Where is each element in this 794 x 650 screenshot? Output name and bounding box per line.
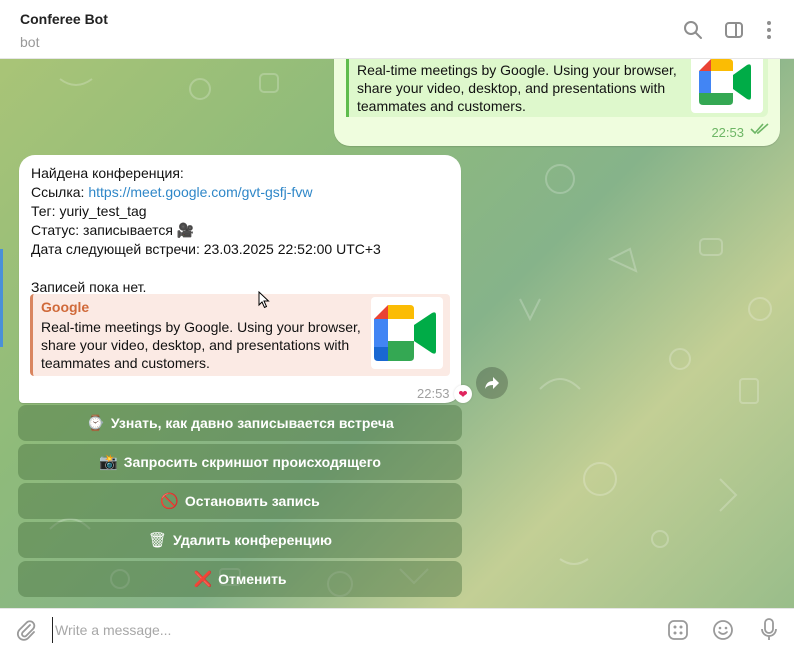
emoji-icon[interactable] bbox=[711, 618, 735, 642]
message-time: 22:53 bbox=[711, 125, 744, 140]
keyboard-button-label: Удалить конференцию bbox=[173, 532, 333, 548]
watch-icon: ⌚ bbox=[86, 414, 105, 432]
found-conference-text: Найдена конференция: bbox=[31, 165, 184, 181]
chat-title[interactable]: Conferee Bot bbox=[20, 11, 108, 27]
outgoing-message[interactable]: Real-time meetings by Google. Using your… bbox=[334, 59, 780, 146]
link-preview[interactable]: Google Real-time meetings by Google. Usi… bbox=[30, 294, 450, 376]
google-meet-logo bbox=[691, 59, 763, 113]
reaction-emoji: ❤ bbox=[458, 387, 468, 401]
keyboard-button-stop-recording[interactable]: 🚫 Остановить запись bbox=[18, 483, 462, 519]
more-vertical-icon[interactable] bbox=[757, 18, 781, 42]
search-icon[interactable] bbox=[681, 18, 705, 42]
keyboard-button-cancel[interactable]: ❌ Отменить bbox=[18, 561, 462, 597]
keyboard-button-label: Запросить скриншот происходящего bbox=[123, 454, 381, 470]
microphone-icon[interactable] bbox=[757, 618, 781, 642]
next-meeting-text: Дата следующей встречи: 23.03.2025 22:52… bbox=[31, 241, 381, 257]
unread-marker bbox=[0, 249, 3, 347]
link-preview[interactable]: Real-time meetings by Google. Using your… bbox=[346, 59, 768, 117]
status-text: Статус: записывается bbox=[31, 222, 177, 238]
keyboard-button-label: Остановить запись bbox=[184, 493, 320, 509]
message-time: 22:53 bbox=[417, 386, 450, 401]
chat-header: Conferee Bot bot bbox=[0, 0, 794, 59]
sidebar-toggle-icon[interactable] bbox=[722, 18, 746, 42]
link-preview-text: Real-time meetings by Google. Using your… bbox=[357, 62, 677, 114]
trash-icon: 🗑 bbox=[147, 531, 168, 549]
google-meet-logo bbox=[371, 297, 443, 369]
status-line: Статус: записывается 🎥 bbox=[31, 221, 381, 240]
bot-commands-icon[interactable] bbox=[666, 618, 690, 642]
forward-icon[interactable] bbox=[476, 367, 508, 399]
chat-area[interactable]: Real-time meetings by Google. Using your… bbox=[0, 59, 794, 608]
movie-camera-icon: 🎥 bbox=[176, 223, 195, 239]
keyboard-button-check-duration[interactable]: ⌚ Узнать, как давно записывается встреча bbox=[18, 405, 462, 441]
read-check-icon bbox=[750, 122, 770, 140]
attach-icon[interactable] bbox=[14, 618, 38, 642]
incoming-message[interactable]: Найдена конференция: Ссылка: https://mee… bbox=[19, 155, 472, 403]
link-line: Ссылка: https://meet.google.com/gvt-gsfj… bbox=[31, 183, 381, 202]
heart-reaction-icon[interactable]: ❤ bbox=[454, 385, 472, 403]
message-composer bbox=[0, 608, 794, 650]
meeting-link[interactable]: https://meet.google.com/gvt-gsfj-fvw bbox=[88, 184, 312, 200]
keyboard-button-delete-conference[interactable]: 🗑 Удалить конференцию bbox=[18, 522, 462, 558]
link-label: Ссылка: bbox=[31, 184, 89, 200]
prohibited-icon: 🚫 bbox=[160, 492, 179, 510]
camera-flash-icon: 📸 bbox=[99, 453, 118, 471]
message-input[interactable] bbox=[52, 617, 612, 643]
keyboard-button-request-screenshot[interactable]: 📸 Запросить скриншот происходящего bbox=[18, 444, 462, 480]
mouse-cursor-icon bbox=[258, 290, 270, 314]
link-preview-site: Google bbox=[41, 299, 90, 315]
cross-mark-icon: ❌ bbox=[193, 570, 213, 588]
chat-subtitle: bot bbox=[20, 34, 40, 50]
keyboard-button-label: Отменить bbox=[218, 571, 287, 587]
keyboard-button-label: Узнать, как давно записывается встреча bbox=[110, 415, 394, 431]
link-preview-text: Real-time meetings by Google. Using your… bbox=[41, 319, 361, 371]
tag-text: Тег: yuriy_test_tag bbox=[31, 203, 147, 219]
